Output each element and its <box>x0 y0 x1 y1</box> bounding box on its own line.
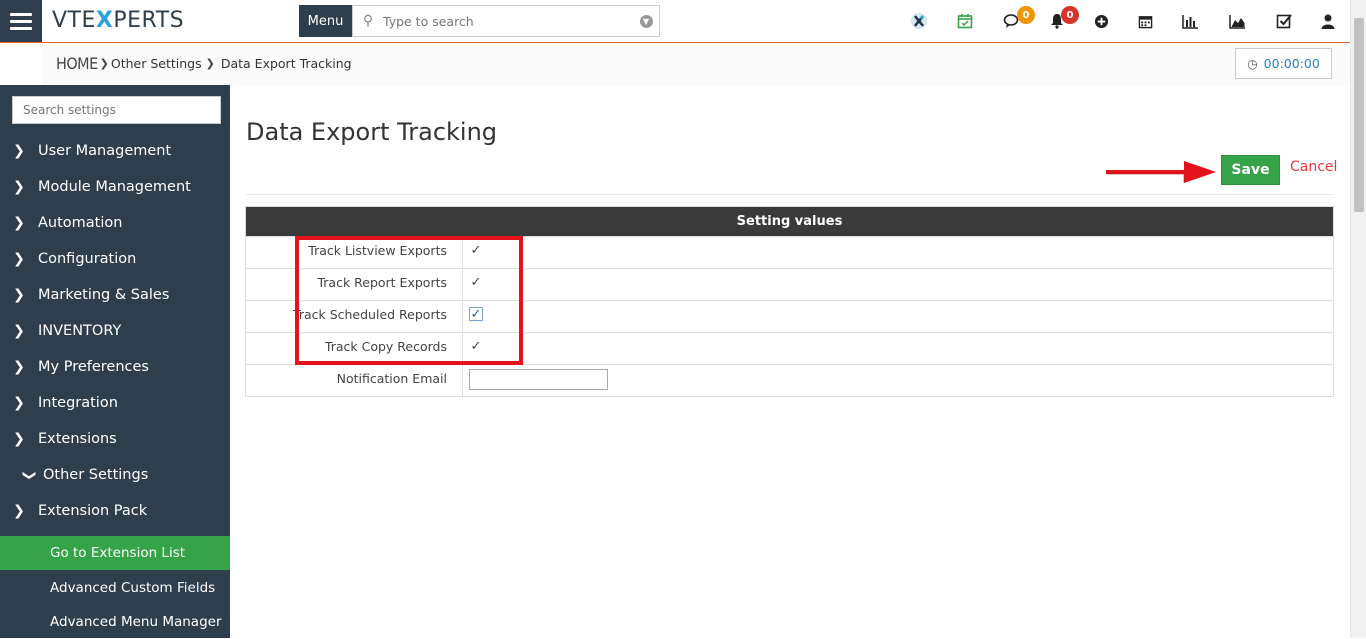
user-icon[interactable] <box>1319 12 1337 30</box>
table-header: Setting values <box>246 207 1333 236</box>
scrollbar-thumb[interactable] <box>1354 18 1364 212</box>
breadcrumb-bar: HOME ❯ Other Settings ❯ Data Export Trac… <box>0 43 1350 85</box>
sidebar-item-user-management[interactable]: ❯ User Management <box>0 133 230 169</box>
breadcrumb-other-settings[interactable]: Other Settings <box>111 56 202 71</box>
timer-button[interactable]: ◷ 00:00:00 <box>1235 48 1332 79</box>
settings-search-input[interactable] <box>23 103 220 117</box>
sidebar-subitem-advanced-menu-manager[interactable]: Advanced Menu Manager <box>0 605 230 639</box>
chevron-right-icon: ❯ <box>13 143 25 159</box>
sidebar-item-label: Module Management <box>38 179 191 195</box>
logo-text-suffix: PERTS <box>113 8 185 33</box>
setting-label: Notification Email <box>246 365 463 396</box>
table-row: Track Report Exports ✓ <box>246 268 1333 300</box>
top-navbar: VTEXPERTS Menu ⚲ ▼ 0 0 <box>0 0 1350 43</box>
settings-table: Setting values Track Listview Exports ✓ … <box>245 206 1334 397</box>
sidebar-subitem-advanced-custom-fields[interactable]: Advanced Custom Fields <box>0 571 230 605</box>
setting-label: Track Report Exports <box>246 269 463 300</box>
chevron-down-icon: ❯ <box>21 469 37 481</box>
track-scheduled-reports-checkbox[interactable]: ✓ <box>469 307 483 322</box>
sidebar-item-label: Extensions <box>38 431 117 447</box>
logo-text-x: X <box>95 8 114 33</box>
chevron-right-icon: ❯ <box>13 359 25 375</box>
divider <box>246 194 1334 195</box>
chevron-right-icon: ❯ <box>13 503 25 519</box>
chevron-right-icon: ❯ <box>13 431 25 447</box>
breadcrumb-spacer <box>0 43 42 85</box>
sidebar-item-label: Automation <box>38 215 123 231</box>
breadcrumb-current: Data Export Tracking <box>220 56 352 71</box>
task-check-icon[interactable] <box>1275 12 1293 30</box>
sidebar-item-inventory[interactable]: ❯ INVENTORY <box>0 313 230 349</box>
table-row: Track Copy Records ✓ <box>246 332 1333 364</box>
chevron-right-icon: ❯ <box>13 179 25 195</box>
menu-button[interactable]: Menu <box>299 5 352 37</box>
area-chart-icon[interactable] <box>1228 12 1246 30</box>
global-search[interactable]: ⚲ ▼ <box>352 5 660 37</box>
sidebar-item-label: Other Settings <box>43 467 149 483</box>
sidebar-item-integration[interactable]: ❯ Integration <box>0 385 230 421</box>
global-search-input[interactable] <box>383 13 633 29</box>
sidebar-item-label: Extension Pack <box>38 503 148 519</box>
sidebar-item-label: My Preferences <box>38 359 149 375</box>
breadcrumb: HOME ❯ Other Settings ❯ Data Export Trac… <box>56 54 352 73</box>
notification-email-field[interactable] <box>469 369 608 390</box>
chevron-right-icon: ❯ <box>13 215 25 231</box>
chevron-right-icon: ❯ <box>99 57 109 70</box>
vtexperts-x-icon[interactable] <box>910 12 928 30</box>
hamburger-menu-icon[interactable] <box>0 0 42 42</box>
chat-count-badge: 0 <box>1017 6 1035 24</box>
setting-label: Track Copy Records <box>246 333 463 364</box>
sidebar-item-module-management[interactable]: ❯ Module Management <box>0 169 230 205</box>
track-report-exports-checkbox[interactable]: ✓ <box>469 275 483 290</box>
breadcrumb-home[interactable]: HOME <box>56 54 98 73</box>
search-icon: ⚲ <box>362 13 374 29</box>
setting-label: Track Listview Exports <box>246 237 463 268</box>
chevron-right-icon: ❯ <box>13 251 25 267</box>
table-row: Track Listview Exports ✓ <box>246 236 1333 268</box>
red-arrow-annotation <box>1106 161 1216 183</box>
main-content: Data Export Tracking Save Cancel Setting… <box>230 85 1350 638</box>
sidebar-item-extensions[interactable]: ❯ Extensions <box>0 421 230 457</box>
clock-icon: ◷ <box>1247 56 1258 71</box>
sidebar-item-configuration[interactable]: ❯ Configuration <box>0 241 230 277</box>
app-logo[interactable]: VTEXPERTS <box>52 8 184 33</box>
calendar-check-icon[interactable] <box>956 12 974 30</box>
sidebar-item-marketing-sales[interactable]: ❯ Marketing & Sales <box>0 277 230 313</box>
bar-chart-icon[interactable] <box>1181 12 1199 30</box>
chevron-right-icon: ❯ <box>205 57 215 70</box>
notification-count-badge: 0 <box>1061 6 1079 24</box>
setting-label: Track Scheduled Reports <box>246 301 463 332</box>
sidebar-item-label: INVENTORY <box>38 323 122 339</box>
sidebar-item-label: User Management <box>38 143 172 159</box>
sidebar-item-label: Configuration <box>38 251 137 267</box>
sidebar-item-other-settings[interactable]: ❯ Other Settings <box>0 457 230 493</box>
chevron-right-icon: ❯ <box>13 395 25 411</box>
chevron-right-icon: ❯ <box>13 287 25 303</box>
page-scrollbar[interactable] <box>1350 0 1366 638</box>
search-dropdown-icon[interactable]: ▼ <box>633 6 659 36</box>
timer-value: 00:00:00 <box>1263 56 1320 71</box>
chevron-right-icon: ❯ <box>13 323 25 339</box>
save-button[interactable]: Save <box>1221 155 1280 185</box>
track-copy-records-checkbox[interactable]: ✓ <box>469 339 483 354</box>
sidebar-item-label: Integration <box>38 395 118 411</box>
sidebar-item-label: Marketing & Sales <box>38 287 170 303</box>
table-row: Notification Email <box>246 364 1333 396</box>
add-circle-icon[interactable] <box>1092 12 1110 30</box>
settings-sidebar: ❯ User Management ❯ Module Management ❯ … <box>0 85 230 638</box>
track-listview-exports-checkbox[interactable]: ✓ <box>469 243 483 258</box>
cancel-link[interactable]: Cancel <box>1290 159 1337 175</box>
sidebar-item-extension-pack[interactable]: ❯ Extension Pack <box>0 493 230 529</box>
page-title: Data Export Tracking <box>246 118 498 146</box>
calendar-icon[interactable] <box>1136 12 1154 30</box>
sidebar-item-my-preferences[interactable]: ❯ My Preferences <box>0 349 230 385</box>
sidebar-subitem-go-to-extension-list[interactable]: Go to Extension List <box>0 536 230 570</box>
table-row: Track Scheduled Reports ✓ <box>246 300 1333 332</box>
sidebar-item-automation[interactable]: ❯ Automation <box>0 205 230 241</box>
logo-text-prefix: VTE <box>52 8 96 33</box>
settings-search[interactable] <box>12 96 221 124</box>
